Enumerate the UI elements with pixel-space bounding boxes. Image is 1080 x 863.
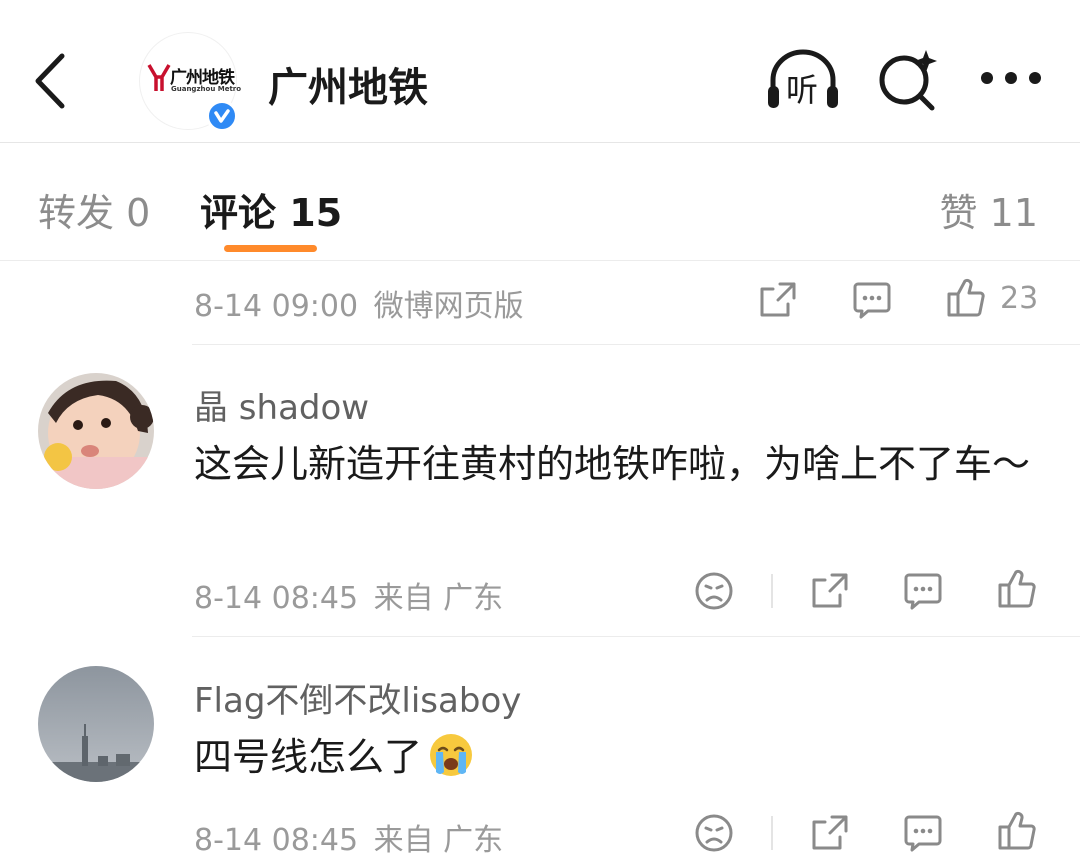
dislike-face-icon[interactable] (694, 571, 734, 611)
comment-username[interactable]: Flag不倒不改lisaboy (194, 673, 521, 722)
active-tab-indicator (224, 245, 317, 252)
post-meta: 8-14 09:00 微博网页版 (194, 281, 524, 325)
like-icon[interactable] (997, 811, 1037, 851)
tab-bar: 转发 0 评论 15 赞 11 (0, 142, 1080, 261)
comment-meta: 8-14 08:45 来自 广东 (194, 573, 503, 617)
dislike-face-icon[interactable] (694, 813, 734, 853)
tab-likes-label: 赞 (939, 191, 978, 235)
comment-text: 四号线怎么了 (194, 735, 423, 779)
post-time: 8-14 09:00 (194, 289, 359, 324)
top-bar: 广州地铁 Guangzhou Metro 广州地铁 听 (0, 0, 1080, 143)
tab-reposts-label: 转发 (38, 191, 115, 235)
back-arrow-icon[interactable] (30, 50, 74, 112)
post-like-count: 23 (1000, 281, 1039, 316)
user-avatar[interactable] (38, 666, 154, 782)
comment-text: 这会儿新造开往黄村的地铁咋啦，为啥上不了车～ (194, 442, 1031, 486)
comment-location: 来自 广东 (373, 823, 504, 858)
account-name[interactable]: 广州地铁 (268, 55, 428, 113)
comment-time: 8-14 08:45 (194, 823, 359, 858)
like-icon[interactable] (946, 278, 986, 318)
comment-icon[interactable] (903, 813, 943, 853)
listen-label: 听 (786, 71, 819, 109)
tab-reposts-count: 0 (126, 191, 151, 235)
share-icon[interactable] (810, 571, 850, 611)
comment-icon[interactable] (903, 571, 943, 611)
comment-location: 来自 广东 (373, 581, 504, 616)
listen-button[interactable]: 听 (765, 48, 841, 112)
like-icon[interactable] (997, 569, 1037, 609)
skyline-photo-avatar-icon (38, 666, 154, 782)
share-icon[interactable] (758, 280, 798, 320)
child-photo-avatar-icon (38, 373, 154, 489)
tab-reposts[interactable]: 转发 0 (38, 182, 150, 237)
post-source: 微博网页版 (373, 289, 524, 324)
tab-comments-label: 评论 (200, 191, 277, 235)
divider (192, 636, 1080, 637)
crying-face-emoji-icon (430, 734, 473, 776)
more-options-icon[interactable] (980, 70, 1042, 86)
verified-badge-icon (206, 100, 238, 132)
tab-likes-count: 11 (989, 191, 1038, 235)
guangzhou-metro-logo-icon (147, 64, 171, 91)
tab-comments[interactable]: 评论 15 (200, 182, 342, 237)
share-icon[interactable] (810, 813, 850, 853)
separator (771, 816, 773, 850)
comment-username[interactable]: 晶 shadow (194, 380, 369, 429)
separator (771, 574, 773, 608)
comment-text-line: 四号线怎么了 (194, 730, 1054, 784)
divider (192, 344, 1080, 345)
search-icon[interactable] (876, 48, 940, 112)
tab-likes[interactable]: 赞 11 (940, 182, 1038, 237)
user-avatar[interactable] (38, 373, 154, 489)
comment-meta: 8-14 08:45 来自 广东 (194, 815, 503, 859)
tab-comments-count: 15 (289, 191, 343, 235)
comment-time: 8-14 08:45 (194, 581, 359, 616)
logo-subtext: Guangzhou Metro (171, 85, 242, 93)
comment-icon[interactable] (852, 280, 892, 320)
